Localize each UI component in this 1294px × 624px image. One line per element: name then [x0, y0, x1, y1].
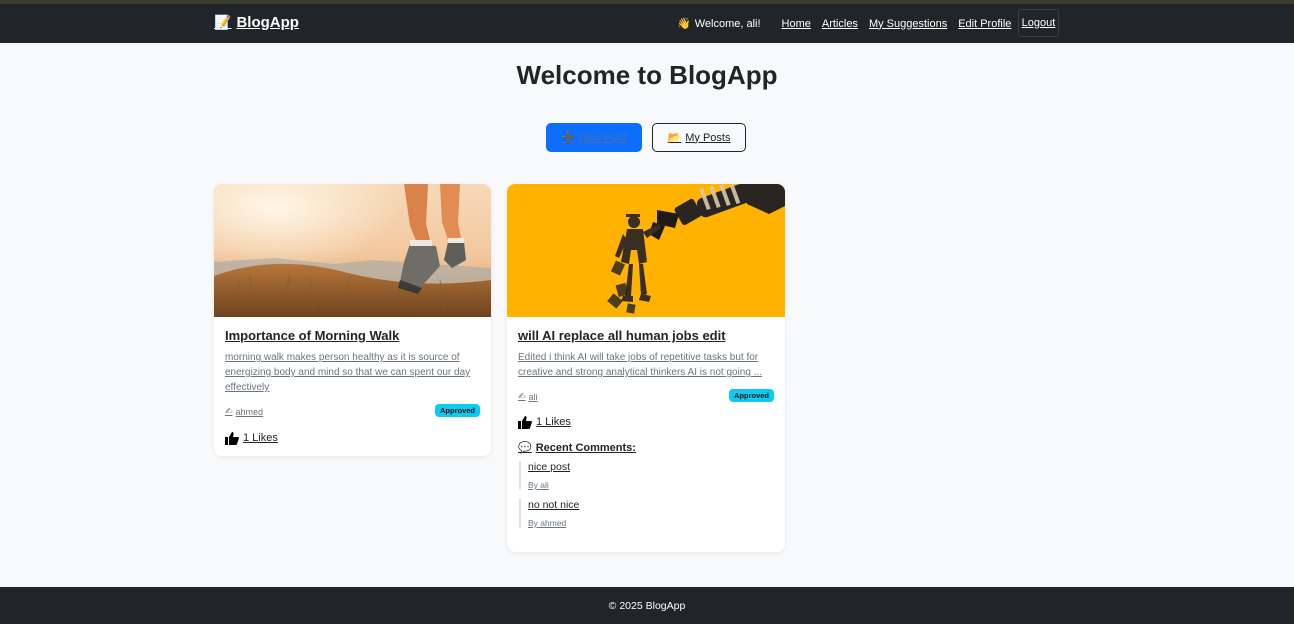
navbar: 📝 BlogApp 👋 Welcome, ali! Home Articles … — [0, 4, 1294, 43]
nav-link-my-suggestions[interactable]: My Suggestions — [869, 18, 947, 30]
comment-item: nice post By ali — [519, 461, 774, 490]
brand-label: BlogApp — [236, 14, 299, 31]
thumbs-up-icon — [225, 432, 239, 445]
post-author[interactable]: ✍ ahmed — [225, 406, 263, 417]
post-card-body: Importance of Morning Walk morning walk … — [225, 317, 480, 445]
welcome-text: Welcome, ali! — [694, 17, 761, 30]
post-image-morning-walk — [214, 184, 491, 317]
writing-hand-icon: ✍ — [225, 406, 233, 416]
likes-count: 1 Likes — [243, 432, 278, 444]
logout-button[interactable]: Logout — [1018, 9, 1059, 37]
my-posts-label: My Posts — [685, 131, 731, 144]
post-excerpt: morning walk makes person healthy as it … — [225, 352, 471, 393]
nav-link-home[interactable]: Home — [782, 18, 811, 30]
post-card: will AI replace all human jobs edit Edit… — [507, 184, 785, 552]
post-title[interactable]: Importance of Morning Walk — [225, 328, 480, 343]
new-post-label: New Post — [579, 131, 627, 144]
brand-link[interactable]: 📝 BlogApp — [214, 14, 299, 31]
thumbs-up-icon — [518, 416, 532, 429]
speech-bubble-icon: 💬 — [518, 442, 532, 454]
comment-text: no not nice — [528, 499, 580, 511]
status-badge: Approved — [728, 389, 774, 402]
like-button[interactable]: 1 Likes — [518, 415, 774, 429]
post-meta: ✍ ali Approved — [518, 389, 774, 405]
post-image-robot-arm — [507, 184, 785, 317]
comment-author[interactable]: By ahmed — [528, 518, 774, 528]
nav-link-edit-profile[interactable]: Edit Profile — [958, 18, 1011, 30]
post-meta: ✍ ahmed Approved — [225, 404, 480, 420]
post-title[interactable]: will AI replace all human jobs edit — [518, 328, 774, 343]
page-title: Welcome to BlogApp — [516, 60, 778, 90]
like-button[interactable]: 1 Likes — [225, 431, 480, 445]
comment-author[interactable]: By ali — [528, 480, 774, 490]
footer: © 2025 BlogApp — [0, 587, 1294, 624]
post-author-name: ali — [528, 391, 538, 402]
post-excerpt: Edited i think AI will take jobs of repe… — [518, 352, 763, 378]
post-card-body: will AI replace all human jobs edit Edit… — [518, 317, 774, 528]
post-author-name: ahmed — [235, 406, 264, 417]
post-card: Importance of Morning Walk morning walk … — [214, 184, 491, 456]
plus-icon: ➕ — [561, 132, 576, 144]
likes-count: 1 Likes — [536, 416, 571, 428]
footer-copyright: © 2025 BlogApp — [608, 599, 686, 612]
open-folder-icon: 📂 — [667, 132, 682, 144]
new-post-button[interactable]: ➕ New Post — [546, 123, 642, 152]
recent-comments-heading: 💬 Recent Comments: — [518, 441, 774, 455]
nav-link-articles[interactable]: Articles — [822, 18, 858, 30]
writing-hand-icon: ✍ — [518, 391, 526, 401]
my-posts-button[interactable]: 📂 My Posts — [652, 123, 746, 152]
memo-icon: 📝 — [214, 14, 232, 30]
status-badge: Approved — [434, 404, 480, 417]
recent-comments-label: Recent Comments: — [535, 441, 636, 454]
nav-menu: 👋 Welcome, ali! Home Articles My Suggest… — [677, 17, 1022, 31]
post-author[interactable]: ✍ ali — [518, 391, 538, 402]
welcome-message: 👋 Welcome, ali! — [677, 17, 761, 31]
waving-hand-icon: 👋 — [677, 18, 691, 30]
comment-text: nice post — [528, 461, 571, 473]
comment-item: no not nice By ahmed — [519, 499, 774, 528]
